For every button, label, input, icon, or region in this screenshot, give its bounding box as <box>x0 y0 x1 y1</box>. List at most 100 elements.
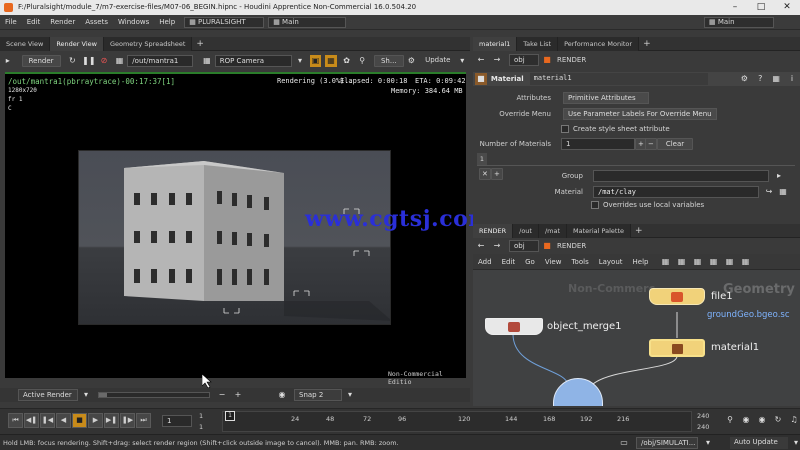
param-path-obj[interactable]: obj <box>509 54 539 66</box>
step-back-key-icon[interactable]: ◀❚ <box>24 413 39 428</box>
menu-file[interactable]: File <box>0 15 22 30</box>
render-viewport[interactable]: /out/mantra1(pbrraytrace)-00:17:37[1] 12… <box>5 72 492 386</box>
num-materials-field[interactable]: 1 <box>561 138 635 150</box>
material-jump-icon[interactable]: ↪ <box>763 186 775 198</box>
current-frame-field[interactable]: 1 <box>162 415 192 427</box>
object-merge1-body[interactable] <box>485 318 543 335</box>
node-material1[interactable]: material1 <box>649 339 759 357</box>
auto-update-dropdown-icon[interactable]: ▾ <box>790 437 800 449</box>
snap-select[interactable]: Snap 2 <box>294 389 342 401</box>
add-net-tab-icon[interactable]: + <box>631 224 647 238</box>
camera-select[interactable]: ROP Camera <box>214 55 293 67</box>
zoom-in-icon[interactable]: + <box>232 389 244 401</box>
minimize-icon[interactable]: – <box>722 0 748 15</box>
key-icon[interactable]: ⚲ <box>724 414 736 426</box>
menu-edit[interactable]: Edit <box>22 15 46 30</box>
clear-button[interactable]: Clear <box>657 138 693 150</box>
group-field[interactable] <box>593 170 769 182</box>
rerender-icon[interactable]: ↻ <box>67 55 79 67</box>
sim-dropdown-icon[interactable]: ▾ <box>702 437 714 449</box>
play-reverse-icon[interactable]: ◀ <box>56 413 71 428</box>
forward-icon[interactable]: → <box>491 54 503 66</box>
tab-material-palette[interactable]: Material Palette <box>567 223 632 238</box>
menu-windows[interactable]: Windows <box>113 15 154 30</box>
gear-icon[interactable]: ⚙ <box>738 73 750 85</box>
realtime-icon[interactable]: ↻ <box>772 414 784 426</box>
render-slider-handle[interactable] <box>99 393 107 397</box>
node-name-field[interactable]: material1 <box>529 73 709 85</box>
tab-geometry-spreadsheet[interactable]: Geometry Spreadsheet <box>103 36 193 51</box>
render-menu-icon[interactable]: ▸ <box>2 55 14 67</box>
driver-path-field[interactable]: /out/mantra1 <box>127 55 194 67</box>
info-icon[interactable]: i <box>786 73 798 85</box>
pixel-probe-icon[interactable]: ✿ <box>341 55 353 67</box>
shading-button[interactable]: Sh... <box>373 55 404 67</box>
audio-icon[interactable]: ♫ <box>788 414 800 426</box>
end-frame-top[interactable]: 240 <box>697 412 709 420</box>
group-select-icon[interactable]: ▸ <box>773 170 785 182</box>
tab-net-mat[interactable]: /mat <box>538 223 568 238</box>
menu-assets[interactable]: Assets <box>80 15 113 30</box>
start-frame-bottom[interactable]: 1 <box>199 423 203 431</box>
menu-render[interactable]: Render <box>45 15 80 30</box>
end-frame-bottom[interactable]: 240 <box>697 423 709 431</box>
playhead-marker[interactable]: 1 <box>225 411 235 421</box>
jump-end-icon[interactable]: ⏭ <box>136 413 151 428</box>
active-render-dropdown-icon[interactable]: ▾ <box>80 389 92 401</box>
desktop-select[interactable]: ▦ Main <box>268 16 347 28</box>
active-render-select[interactable]: Active Render <box>18 389 78 401</box>
pause-icon[interactable]: ❚❚ <box>82 55 95 67</box>
chat-icon[interactable]: ▭ <box>618 437 630 449</box>
snapshot-icon[interactable]: ▣ <box>309 55 322 67</box>
tab-net-out[interactable]: /out <box>513 223 539 238</box>
settings-icon[interactable]: ⚙ <box>406 55 418 67</box>
keyframe-icon[interactable]: ◉ <box>740 414 752 426</box>
render-button[interactable]: Render <box>21 55 61 67</box>
step-back-icon[interactable]: ❚◀ <box>40 413 55 428</box>
tab-scene-view[interactable]: Scene View <box>0 36 51 51</box>
tab-render-view[interactable]: Render View <box>50 36 104 51</box>
snapshot-camera-icon[interactable]: ◉ <box>276 389 288 401</box>
param-path-node[interactable]: RENDER <box>557 56 586 64</box>
lock-icon[interactable]: ▦ <box>770 73 782 85</box>
material1-body[interactable] <box>649 339 705 357</box>
tab-net-render[interactable]: RENDER <box>473 223 514 238</box>
step-forward-icon[interactable]: ▶❚ <box>104 413 119 428</box>
close-icon[interactable]: ✕ <box>774 0 800 15</box>
add-param-tab-icon[interactable]: + <box>639 37 655 51</box>
overrides-local-checkbox[interactable] <box>591 201 599 209</box>
add-tab-icon[interactable]: + <box>192 37 208 51</box>
node-file1[interactable]: file1 groundGeo.bgeo.sc <box>649 288 790 320</box>
menu-help[interactable]: Help <box>154 15 180 30</box>
timeline-track[interactable]: 1 24 48 72 96 120 144 168 192 216 <box>222 411 692 432</box>
maximize-icon[interactable]: □ <box>748 0 774 15</box>
tab-performance-monitor[interactable]: Performance Monitor <box>558 36 640 51</box>
sim-path-field[interactable]: /obj/SIMULATI... <box>636 437 698 449</box>
camera-dropdown-icon[interactable]: ▾ <box>294 55 306 67</box>
material-path-field[interactable]: /mat/clay <box>593 186 759 198</box>
update-mode[interactable]: Update <box>421 55 455 67</box>
style-sheet-row[interactable]: Create style sheet attribute <box>561 125 670 133</box>
region-icon[interactable]: ▦ <box>325 55 337 67</box>
jump-start-icon[interactable]: ⏮ <box>8 413 23 428</box>
help-icon[interactable]: ? <box>754 73 766 85</box>
play-icon[interactable]: ▶ <box>88 413 103 428</box>
zoom-icon[interactable]: ⚲ <box>356 55 368 67</box>
network-editor[interactable]: ← → obj ■ RENDER Add Edit Go View Tools … <box>473 238 800 406</box>
decrement-button[interactable]: − <box>645 138 657 150</box>
attributes-select[interactable]: Primitive Attributes <box>563 92 649 104</box>
file1-body[interactable] <box>649 288 705 305</box>
render-slider[interactable] <box>98 392 210 398</box>
zoom-out-icon[interactable]: − <box>216 389 228 401</box>
shelf-set-select[interactable]: ▦ PLURALSIGHT <box>184 16 265 28</box>
stop-render-icon[interactable]: ⊘ <box>98 55 110 67</box>
rendered-image[interactable] <box>78 150 391 325</box>
tab-take-list[interactable]: Take List <box>517 36 559 51</box>
node-object-merge1[interactable]: object_merge1 <box>485 318 622 335</box>
tab-material1[interactable]: material1 <box>473 36 518 51</box>
auto-update-select[interactable]: Auto Update <box>730 437 788 449</box>
back-icon[interactable]: ← <box>475 54 487 66</box>
update-dropdown-icon[interactable]: ▾ <box>456 55 468 67</box>
stop-icon[interactable]: ■ <box>72 413 87 428</box>
style-sheet-checkbox[interactable] <box>561 125 569 133</box>
